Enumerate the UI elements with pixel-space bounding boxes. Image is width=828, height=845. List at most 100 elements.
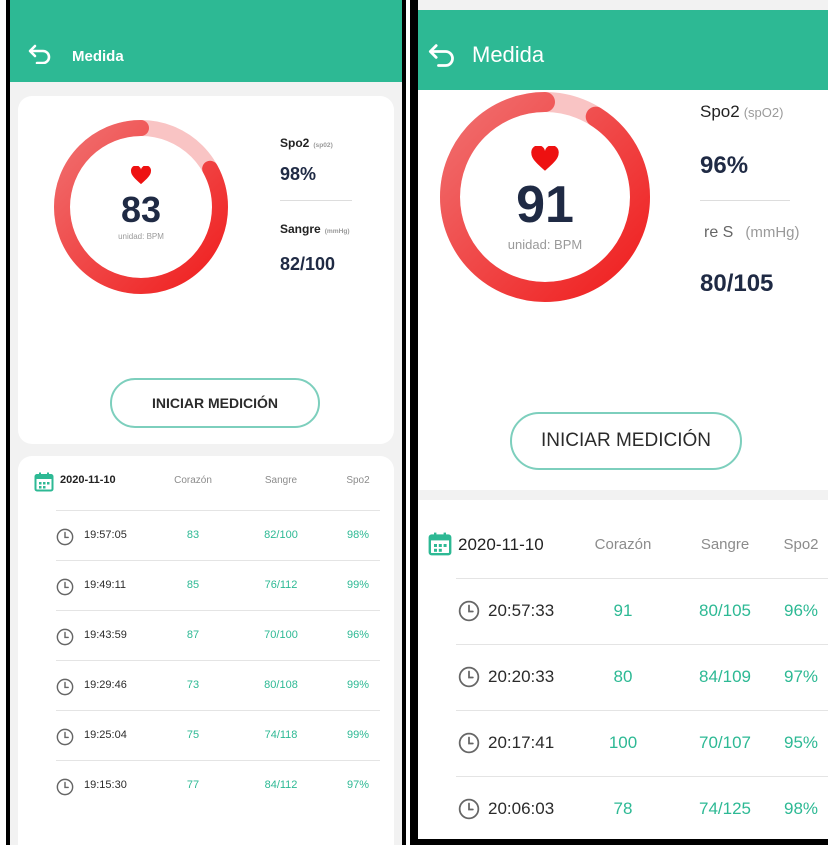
history-date: 2020-11-10 bbox=[60, 474, 116, 486]
row-time: 19:25:04 bbox=[84, 729, 127, 741]
spo2-unit: (sp02) bbox=[313, 142, 333, 149]
row-divider bbox=[56, 760, 380, 761]
row-divider bbox=[56, 510, 380, 511]
row-spo2: 95% bbox=[783, 733, 819, 752]
blood-value: 82/100 bbox=[280, 254, 336, 274]
table-row[interactable]: 20:20:33 80 84/109 97% bbox=[418, 644, 828, 710]
blood-unit: (mmHg) bbox=[745, 224, 800, 241]
spo2-label: Spo2 (sp02) bbox=[280, 136, 333, 150]
row-divider bbox=[56, 660, 380, 661]
app-header: Medida bbox=[10, 0, 402, 82]
row-divider bbox=[456, 710, 828, 711]
row-time: 20:20:33 bbox=[488, 667, 555, 686]
row-blood: 74/125 bbox=[699, 799, 751, 818]
spo2-label-text: Spo2 bbox=[700, 102, 740, 121]
row-divider bbox=[56, 710, 380, 711]
start-measurement-button[interactable]: INICIAR MEDICIÓN bbox=[110, 378, 320, 428]
clock-icon bbox=[56, 678, 74, 701]
row-heart: 80 bbox=[613, 667, 633, 686]
row-heart: 91 bbox=[613, 601, 633, 620]
row-time: 19:29:46 bbox=[84, 679, 127, 691]
column-heart: Corazón bbox=[594, 536, 652, 553]
history-header: 2020-11-10 Corazón Sangre Spo2 bbox=[18, 468, 394, 496]
spo2-value: 98% bbox=[280, 164, 317, 184]
back-arrow-icon[interactable] bbox=[428, 43, 456, 67]
start-measurement-button[interactable]: INICIAR MEDICIÓN bbox=[510, 412, 742, 470]
table-row[interactable]: 19:57:05 83 82/100 98% bbox=[18, 510, 394, 560]
row-heart: 75 bbox=[186, 729, 200, 741]
bpm-readout: 91 unidad: BPM bbox=[440, 145, 650, 252]
bpm-readout: 83 unidad: BPM bbox=[54, 165, 228, 241]
row-blood: 84/109 bbox=[699, 667, 751, 686]
table-row[interactable]: 19:25:04 75 74/118 99% bbox=[18, 710, 394, 760]
row-blood: 84/112 bbox=[264, 779, 298, 791]
row-heart: 73 bbox=[186, 679, 200, 691]
table-row[interactable]: 19:43:59 87 70/100 96% bbox=[18, 610, 394, 660]
bpm-value: 91 bbox=[516, 176, 574, 234]
row-heart: 77 bbox=[186, 779, 200, 791]
column-heart: Corazón bbox=[174, 475, 212, 486]
measurement-card: 83 unidad: BPM Spo2 (sp02) 98% Sangre (mmH… bbox=[18, 96, 394, 444]
row-divider bbox=[456, 776, 828, 777]
row-spo2: 96% bbox=[346, 629, 370, 641]
spo2-label-text: Spo2 bbox=[280, 136, 310, 150]
table-row[interactable]: 20:17:41 100 70/107 95% bbox=[418, 710, 828, 776]
table-row[interactable]: 20:06:03 78 74/125 98% bbox=[418, 776, 828, 839]
row-blood: 74/118 bbox=[264, 729, 298, 741]
column-blood: Sangre bbox=[700, 536, 750, 553]
clock-icon bbox=[458, 666, 480, 693]
row-time: 20:17:41 bbox=[488, 733, 555, 752]
clock-icon bbox=[458, 600, 480, 627]
clock-icon bbox=[56, 528, 74, 551]
row-time: 19:43:59 bbox=[84, 629, 127, 641]
row-divider bbox=[56, 560, 380, 561]
measurement-card: 91 unidad: BPM Spo2 (spO2) 96% re S (mmHg)… bbox=[418, 90, 828, 490]
clock-icon bbox=[458, 732, 480, 759]
clock-icon bbox=[458, 798, 480, 825]
row-heart: 78 bbox=[613, 799, 633, 818]
clock-icon bbox=[56, 778, 74, 801]
blood-label: re S (mmHg) bbox=[704, 224, 800, 242]
calendar-icon bbox=[34, 472, 54, 497]
bpm-unit: unidad: BPM bbox=[507, 237, 583, 252]
blood-label: Sangre (mmHg) bbox=[280, 222, 350, 236]
row-spo2: 96% bbox=[783, 601, 819, 620]
row-blood: 80/108 bbox=[264, 679, 298, 691]
row-spo2: 99% bbox=[346, 679, 370, 691]
table-row[interactable]: 19:49:11 85 76/112 99% bbox=[18, 560, 394, 610]
table-row[interactable]: 20:57:33 91 80/105 96% bbox=[418, 578, 828, 644]
row-time: 19:49:11 bbox=[84, 579, 127, 591]
row-spo2: 99% bbox=[346, 579, 370, 591]
row-time: 20:57:33 bbox=[488, 601, 555, 620]
row-spo2: 98% bbox=[783, 799, 819, 818]
heart-icon bbox=[54, 165, 228, 190]
table-row[interactable]: 19:15:30 77 84/112 97% bbox=[18, 760, 394, 810]
back-arrow-icon[interactable] bbox=[28, 44, 56, 68]
row-heart: 85 bbox=[186, 579, 200, 591]
row-blood: 70/100 bbox=[264, 629, 298, 641]
column-blood: Sangre bbox=[264, 475, 298, 486]
row-divider bbox=[56, 610, 380, 611]
spo2-unit: (spO2) bbox=[743, 105, 784, 120]
stat-divider bbox=[700, 200, 790, 201]
row-heart: 83 bbox=[186, 529, 200, 541]
row-blood: 82/100 bbox=[264, 529, 298, 541]
row-time: 20:06:03 bbox=[488, 799, 555, 818]
blood-unit: (mmHg) bbox=[324, 228, 350, 235]
history-date: 2020-11-10 bbox=[458, 535, 544, 554]
calendar-icon bbox=[428, 532, 452, 561]
row-time: 19:15:30 bbox=[84, 779, 127, 791]
heart-icon bbox=[440, 145, 650, 177]
column-spo2: Spo2 bbox=[346, 475, 370, 486]
clock-icon bbox=[56, 578, 74, 601]
clock-icon bbox=[56, 728, 74, 751]
row-spo2: 98% bbox=[346, 529, 370, 541]
bpm-unit: unidad: BPM bbox=[118, 232, 164, 241]
row-blood: 70/107 bbox=[699, 733, 751, 752]
right-screenshot: Medida 91 unidad: BPM Spo2 (spO2) 96% re … bbox=[410, 0, 828, 845]
table-row[interactable]: 19:29:46 73 80/108 99% bbox=[18, 660, 394, 710]
blood-label-text: Sangre bbox=[280, 222, 321, 236]
history-header: 2020-11-10 Corazón Sangre Spo2 bbox=[418, 530, 828, 560]
row-heart: 100 bbox=[608, 733, 638, 752]
row-blood: 76/112 bbox=[264, 579, 298, 591]
